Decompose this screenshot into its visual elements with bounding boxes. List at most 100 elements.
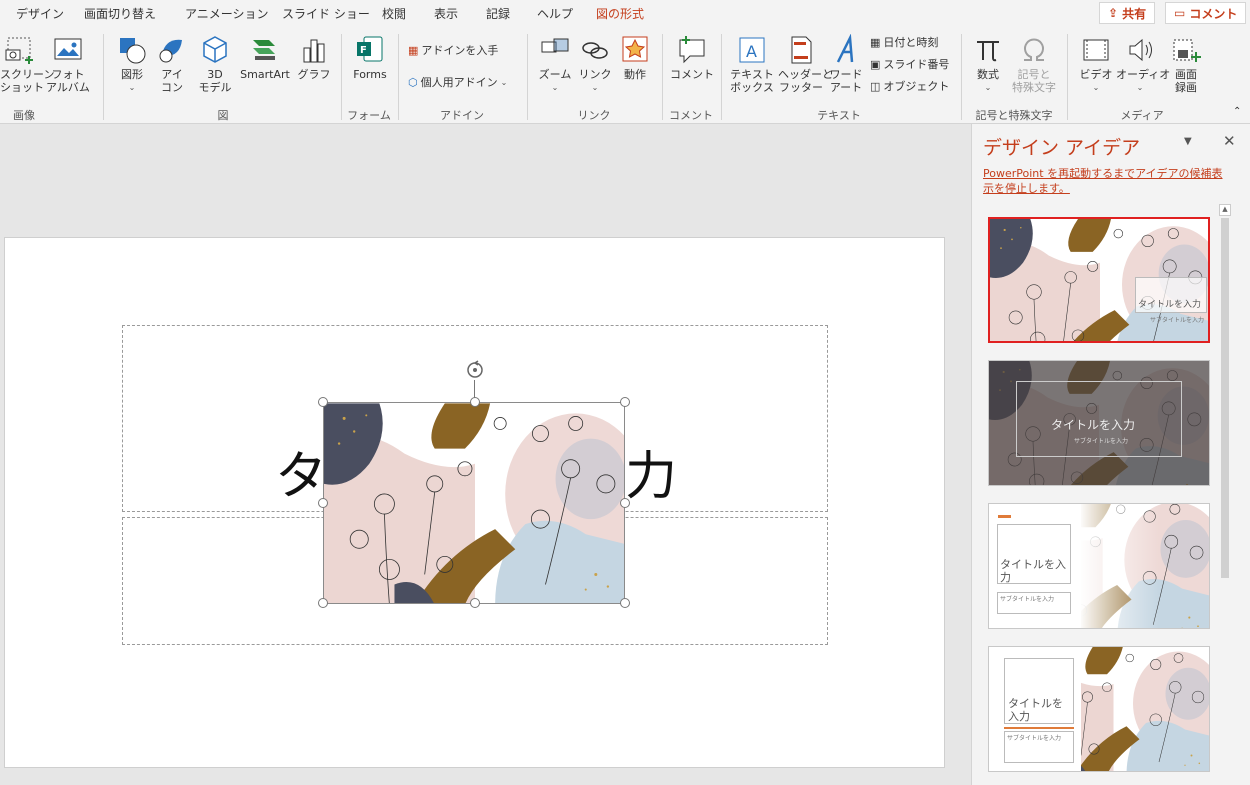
object-label: オブジェクト — [883, 80, 950, 93]
my-addins-button[interactable]: ⬡ 個人用アドイン ⌄ — [408, 74, 507, 90]
resize-handle-se[interactable] — [620, 598, 630, 608]
symbol-button[interactable]: 記号と 特殊文字 — [1008, 34, 1060, 94]
pane-options-dropdown[interactable]: ▼ — [1184, 136, 1192, 147]
chart-button[interactable]: グラフ — [296, 34, 332, 81]
group-label-symbols: 記号と特殊文字 — [975, 109, 1053, 122]
photo-album-button[interactable]: フォト アルバム — [44, 34, 92, 94]
slide-number-label: スライド番号 — [883, 58, 950, 71]
tab-view[interactable]: 表示 — [434, 5, 458, 22]
resize-handle-w[interactable] — [318, 498, 328, 508]
tab-design[interactable]: デザイン — [16, 5, 64, 22]
textbox-button[interactable]: A テキスト ボックス — [728, 34, 776, 94]
idea-1-subtitle: サブタイトルを入力 — [1150, 317, 1205, 324]
zoom-icon — [541, 38, 569, 53]
audio-button[interactable]: オーディオ ⌄ — [1116, 34, 1171, 94]
omega-icon — [1024, 38, 1044, 61]
resize-handle-sw[interactable] — [318, 598, 328, 608]
design-ideas-pane: デザイン アイデア ▼ ✕ PowerPoint を再起動するまでアイデアの候補… — [971, 124, 1250, 785]
chevron-down-icon: ⌄ — [984, 83, 992, 92]
icons-button[interactable]: アイ コン — [156, 34, 188, 94]
get-addins-label: アドインを入手 — [421, 44, 499, 57]
resize-handle-nw[interactable] — [318, 397, 328, 407]
idea-2-subtitle: サブタイトルを入力 — [1074, 438, 1129, 445]
svg-text:F: F — [360, 45, 367, 56]
header-footer-icon — [791, 36, 812, 64]
comment-icon: ▭ — [1174, 6, 1186, 20]
video-button[interactable]: ビデオ ⌄ — [1074, 34, 1118, 94]
date-time-button[interactable]: ▦ 日付と時刻 — [870, 34, 938, 50]
resize-handle-s[interactable] — [470, 598, 480, 608]
design-idea-2[interactable]: タイトルを入力 サブタイトルを入力 — [988, 360, 1210, 486]
group-separator — [1067, 34, 1068, 120]
smartart-button[interactable]: SmartArt — [238, 34, 292, 81]
shapes-icon — [120, 38, 146, 64]
equation-button[interactable]: 数式 ⌄ — [968, 34, 1008, 94]
idea-4-title-line-2: 入力 — [1008, 710, 1030, 723]
calendar-icon: ▦ — [870, 35, 881, 49]
audio-label: オーディオ — [1116, 68, 1171, 81]
3d-models-label-2: モデル — [198, 81, 232, 94]
tab-review[interactable]: 校閲 — [382, 5, 406, 22]
chart-icon — [303, 39, 325, 63]
action-button[interactable]: 動作 — [618, 34, 652, 81]
svg-text:A: A — [746, 42, 757, 61]
idea-3-subtitle: サブタイトルを入力 — [1000, 596, 1055, 603]
design-idea-1[interactable]: タイトルを入力 サブタイトルを入力 — [988, 217, 1210, 343]
shapes-label: 図形 — [121, 68, 143, 81]
idea-3-title-line-2: 力 — [1000, 571, 1011, 584]
3d-models-button[interactable]: 3D モデル — [194, 34, 236, 94]
pane-scrollbar[interactable]: ▲ — [1217, 202, 1233, 782]
title-text-right: 力 — [625, 447, 678, 507]
resize-handle-n[interactable] — [470, 397, 480, 407]
close-pane-button[interactable]: ✕ — [1223, 132, 1236, 150]
link-button[interactable]: リンク ⌄ — [578, 34, 612, 94]
tab-slideshow[interactable]: スライド ショー — [282, 5, 370, 22]
new-comment-button[interactable]: コメント — [670, 34, 714, 81]
smartart-icon — [253, 40, 275, 60]
3d-models-label-1: 3D — [207, 68, 223, 81]
tab-animations[interactable]: アニメーション — [185, 5, 269, 22]
comments-button[interactable]: ▭ コメント — [1165, 2, 1247, 24]
object-button[interactable]: ◫ オブジェクト — [870, 78, 949, 94]
photo-album-label-1: フォト — [51, 68, 85, 81]
scroll-up-icon[interactable]: ▲ — [1219, 204, 1231, 216]
shapes-button[interactable]: 図形 ⌄ — [113, 34, 151, 94]
forms-button[interactable]: F Forms — [348, 34, 392, 81]
new-comment-label: コメント — [670, 68, 714, 81]
rotate-handle-icon[interactable] — [464, 359, 486, 381]
tab-transitions[interactable]: 画面切り替え — [84, 5, 156, 22]
tab-picture-format[interactable]: 図の形式 — [596, 5, 644, 22]
star-icon — [622, 36, 648, 62]
group-separator — [341, 34, 342, 120]
chevron-down-icon: ⌄ — [500, 77, 508, 87]
stop-suggestions-link[interactable]: PowerPoint を再起動するまでアイデアの候補表示を停止します。 — [983, 166, 1233, 196]
link-label: リンク — [578, 68, 612, 81]
share-button[interactable]: ⇪ 共有 — [1099, 2, 1156, 24]
zoom-button[interactable]: ズーム ⌄ — [536, 34, 574, 94]
title-text-left: タ — [275, 447, 328, 507]
resize-handle-ne[interactable] — [620, 397, 630, 407]
share-label: 共有 — [1122, 6, 1147, 21]
tab-record[interactable]: 記録 — [486, 5, 510, 22]
wordart-icon — [836, 34, 854, 63]
store-icon: ▦ — [408, 43, 419, 57]
design-idea-4[interactable]: タイトルを 入力 サブタイトルを入力 — [988, 646, 1210, 772]
share-icon: ⇪ — [1108, 6, 1119, 20]
screenshot-button[interactable]: スクリーン ショット — [0, 34, 54, 94]
scroll-thumb[interactable] — [1221, 218, 1229, 578]
header-footer-button[interactable]: ヘッダーと フッター — [778, 34, 833, 94]
date-time-label: 日付と時刻 — [883, 36, 939, 49]
wordart-button[interactable]: ワード アート — [826, 34, 866, 94]
tab-help[interactable]: ヘルプ — [537, 5, 573, 22]
chevron-down-icon: ⌄ — [1092, 83, 1100, 92]
resize-handle-e[interactable] — [620, 498, 630, 508]
icons-label-2: コン — [161, 81, 183, 94]
selected-picture[interactable] — [323, 402, 625, 604]
get-addins-button[interactable]: ▦ アドインを入手 — [408, 42, 498, 58]
design-idea-3[interactable]: タイトルを入 力 サブタイトルを入力 — [988, 503, 1210, 629]
slide-number-button[interactable]: ▣ スライド番号 — [870, 56, 949, 72]
ribbon-tabs: デザイン 画面切り替え アニメーション スライド ショー 校閲 表示 記録 ヘル… — [0, 0, 1250, 28]
slide-canvas[interactable]: タ 力 — [4, 237, 945, 768]
collapse-ribbon-button[interactable]: ⌃ — [1233, 106, 1241, 117]
screen-recording-button[interactable]: 画面 録画 — [1166, 34, 1206, 94]
